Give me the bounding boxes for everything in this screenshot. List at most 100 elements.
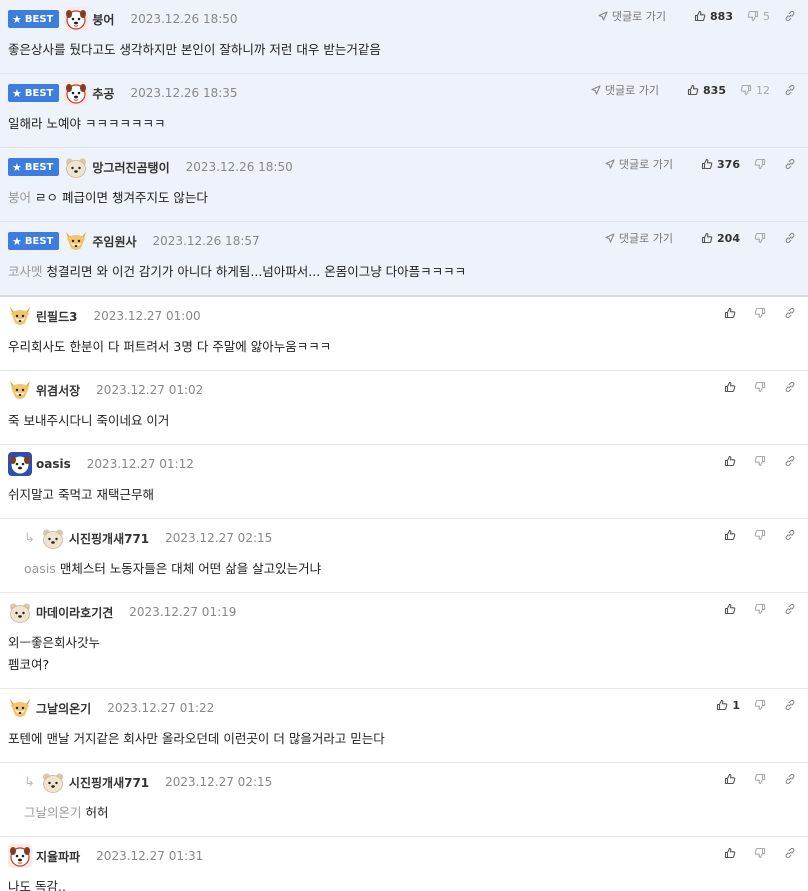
comment-meta: ↳ 시진핑개새771 2023.12.27 02:15 bbox=[24, 527, 800, 549]
author-nickname[interactable]: 시진핑개새771 bbox=[69, 530, 149, 547]
reply-target-name[interactable]: 그날의온기 bbox=[24, 805, 82, 820]
best-badge: ★ BEST bbox=[8, 232, 60, 250]
comment-body: 좋은상사를 뒀다고도 생각하지만 본인이 잘하니까 저런 대우 받는거같음 bbox=[8, 30, 800, 73]
share-link-button[interactable] bbox=[784, 847, 800, 859]
share-link-button[interactable] bbox=[784, 773, 800, 785]
dog-face-avatar-icon bbox=[8, 844, 32, 868]
avatar[interactable] bbox=[8, 696, 32, 720]
avatar[interactable] bbox=[64, 229, 88, 253]
thumbs-up-icon bbox=[724, 381, 736, 393]
author-nickname[interactable]: 위겸서장 bbox=[36, 382, 80, 399]
avatar[interactable] bbox=[41, 770, 65, 794]
upvote-button[interactable] bbox=[724, 847, 740, 859]
author-nickname[interactable]: 붕어 bbox=[92, 11, 114, 28]
upvote-button[interactable] bbox=[724, 455, 740, 467]
author-nickname[interactable]: 시진핑개새771 bbox=[69, 774, 149, 791]
downvote-button[interactable] bbox=[754, 232, 770, 244]
author-nickname[interactable]: 추공 bbox=[92, 85, 114, 102]
upvote-button[interactable] bbox=[724, 603, 740, 615]
downvote-button[interactable] bbox=[754, 381, 770, 393]
upvote-button[interactable]: 1 bbox=[716, 699, 740, 712]
downvote-button[interactable] bbox=[754, 307, 770, 319]
upvote-count: 835 bbox=[703, 83, 726, 97]
avatar[interactable] bbox=[64, 155, 88, 179]
goto-reply-link[interactable]: 댓글로 가기 bbox=[598, 8, 666, 24]
downvote-button[interactable] bbox=[754, 773, 770, 785]
reply-target-name[interactable]: oasis bbox=[24, 561, 56, 576]
best-label: BEST bbox=[24, 161, 54, 173]
share-link-button[interactable] bbox=[784, 529, 800, 541]
link-icon bbox=[785, 773, 795, 785]
downvote-button[interactable] bbox=[754, 603, 770, 615]
reply-arrow-icon: ↳ bbox=[24, 530, 35, 546]
comment-meta: 그날의온기 2023.12.27 01:22 bbox=[8, 697, 800, 719]
downvote-button[interactable] bbox=[754, 158, 770, 170]
comment-body: 포텐에 맨날 거지같은 회사만 올라오던데 이런곳이 더 많을거라고 믿는다 bbox=[8, 719, 800, 762]
comment-item: ★ BEST 망그러진곰탱이 2023.12.26 18:50 댓글로 가기 37… bbox=[0, 148, 808, 222]
thumbs-up-icon bbox=[724, 307, 736, 319]
upvote-button[interactable] bbox=[724, 381, 740, 393]
upvote-button[interactable]: 204 bbox=[701, 232, 740, 245]
best-label: BEST bbox=[24, 235, 54, 247]
upvote-button[interactable]: 883 bbox=[694, 10, 733, 23]
comment-item: ★BEST 추공 2023.12.26 18:35 댓글로 가기 835 12 bbox=[0, 74, 808, 148]
downvote-button[interactable] bbox=[754, 529, 770, 541]
upvote-count: 1 bbox=[732, 698, 740, 712]
author-nickname[interactable]: oasis bbox=[36, 457, 71, 471]
upvote-button[interactable]: 835 bbox=[687, 84, 726, 97]
reply-target-name[interactable]: 붕어 bbox=[8, 190, 31, 205]
author-nickname[interactable]: 망그러진곰탱이 bbox=[92, 159, 169, 176]
goto-reply-link[interactable]: 댓글로 가기 bbox=[605, 156, 673, 172]
comment-body: oasis 맨체스터 노동자들은 대체 어떤 삶을 살고있는거냐 bbox=[24, 549, 800, 592]
author-nickname[interactable]: 마데이라호기견 bbox=[36, 604, 113, 621]
avatar[interactable] bbox=[8, 378, 32, 402]
share-link-button[interactable] bbox=[784, 381, 800, 393]
star-icon: ★ bbox=[12, 234, 22, 248]
comment-text: 맨체스터 노동자들은 대체 어떤 삶을 살고있는거냐 bbox=[59, 561, 322, 576]
avatar[interactable] bbox=[64, 7, 89, 31]
share-link-button[interactable] bbox=[784, 699, 800, 711]
share-link-button[interactable] bbox=[784, 10, 800, 22]
best-badge: ★ BEST bbox=[8, 84, 60, 102]
comment-body: 외ㅡ좋은회사갓누 펨코여? bbox=[8, 623, 800, 688]
thumbs-down-icon bbox=[754, 529, 766, 541]
paper-plane-icon bbox=[591, 85, 601, 95]
goto-reply-link[interactable]: 댓글로 가기 bbox=[605, 230, 673, 246]
link-icon bbox=[785, 847, 795, 859]
thumbs-up-icon bbox=[724, 455, 736, 467]
author-nickname[interactable]: 지율파파 bbox=[36, 848, 80, 865]
avatar[interactable] bbox=[8, 844, 32, 868]
author-nickname[interactable]: 그날의온기 bbox=[36, 700, 91, 717]
upvote-button[interactable] bbox=[724, 307, 740, 319]
share-link-button[interactable] bbox=[784, 455, 800, 467]
comment-item: oasis 2023.12.27 01:12 쉬지말고 죽먹고 재택근무해 bbox=[0, 445, 808, 519]
share-link-button[interactable] bbox=[784, 232, 800, 244]
upvote-button[interactable] bbox=[724, 773, 740, 785]
avatar[interactable] bbox=[8, 600, 32, 624]
comment-actions: 1 bbox=[702, 697, 800, 713]
upvote-button[interactable]: 376 bbox=[701, 158, 740, 171]
author-nickname[interactable]: 린필드3 bbox=[36, 308, 77, 325]
avatar[interactable] bbox=[8, 452, 32, 476]
upvote-count: 376 bbox=[717, 157, 740, 171]
goto-reply-link[interactable]: 댓글로 가기 bbox=[591, 82, 659, 98]
downvote-button[interactable] bbox=[754, 455, 770, 467]
comment-text: 포텐에 맨날 거지같은 회사만 올라오던데 이런곳이 더 많을거라고 믿는다 bbox=[8, 731, 385, 746]
author-nickname[interactable]: 주임원사 bbox=[92, 233, 136, 250]
upvote-count: 204 bbox=[717, 231, 740, 245]
downvote-button[interactable]: 12 bbox=[740, 84, 770, 97]
share-link-button[interactable] bbox=[784, 158, 800, 170]
comment-text: 쉬지말고 죽먹고 재택근무해 bbox=[8, 487, 154, 502]
paper-plane-icon bbox=[605, 159, 615, 169]
avatar[interactable] bbox=[8, 304, 32, 328]
share-link-button[interactable] bbox=[784, 603, 800, 615]
share-link-button[interactable] bbox=[784, 84, 800, 96]
share-link-button[interactable] bbox=[784, 307, 800, 319]
reply-target-name[interactable]: 코사멧 bbox=[8, 264, 43, 279]
upvote-button[interactable] bbox=[724, 529, 740, 541]
downvote-button[interactable]: 5 bbox=[747, 10, 770, 23]
avatar[interactable] bbox=[41, 526, 65, 550]
downvote-button[interactable] bbox=[754, 699, 770, 711]
downvote-button[interactable] bbox=[754, 847, 770, 859]
avatar[interactable] bbox=[64, 81, 89, 105]
